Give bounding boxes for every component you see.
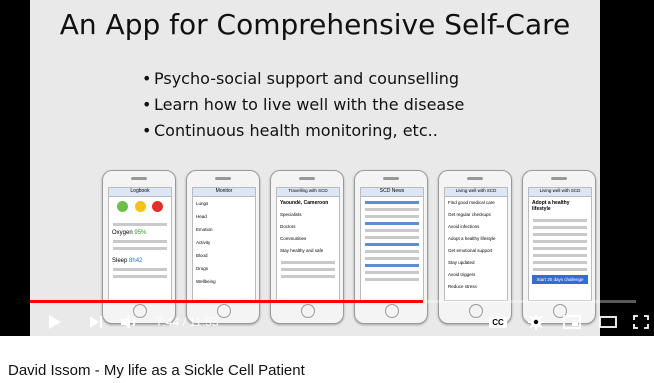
app-screenshots: Logbook Oxygen 95% Sleep 8h42 Monitor Lu…: [102, 170, 612, 330]
theater-mode-button[interactable]: [596, 308, 620, 336]
phone-header: Travelling with SCD: [277, 188, 339, 197]
phone-value: 8h42: [129, 258, 143, 264]
phone-row: Get regular checkups: [448, 212, 491, 217]
miniplayer-button[interactable]: [560, 308, 584, 336]
phone-row: Wellbeing: [196, 279, 216, 284]
phone-header: Living well with SCD: [445, 188, 507, 197]
phone-row: Find good medical care: [448, 200, 495, 205]
volume-button[interactable]: [118, 308, 142, 336]
slide-title: An App for Comprehensive Self-Care: [59, 8, 571, 41]
phone-header: Living well with SCD: [529, 188, 591, 197]
video-player[interactable]: An App for Comprehensive Self-Care • Psyc…: [0, 0, 654, 336]
settings-button[interactable]: [524, 308, 548, 336]
next-icon: [90, 316, 102, 328]
duration: 11:55: [189, 315, 219, 329]
play-button[interactable]: [44, 308, 66, 336]
green-face-icon: [117, 201, 129, 212]
phone-row: Get emotional support: [448, 248, 493, 253]
current-time: 7:44: [156, 315, 180, 329]
phone-note: Stay healthy and safe: [280, 248, 324, 253]
next-button[interactable]: [86, 308, 106, 336]
red-face-icon: [151, 201, 163, 212]
player-controls: CC: [0, 308, 654, 336]
phone-row: Avoid infections: [448, 224, 480, 229]
phone-city: Yaoundé, Cameroon: [280, 200, 329, 206]
phone-row: Doctors: [280, 224, 296, 229]
phone-row: Avoid triggers: [448, 272, 476, 277]
fullscreen-button[interactable]: [630, 308, 652, 336]
progress-played: [30, 300, 424, 303]
fullscreen-icon: [633, 315, 649, 329]
phone-row: Drugs: [196, 266, 209, 271]
phone-header: Logbook: [109, 188, 171, 197]
progress-bar[interactable]: [30, 300, 636, 303]
phone-subheader: Adopt a healthy lifestyle: [532, 200, 570, 212]
phone-row: Emotion: [196, 227, 213, 232]
phone-row: Lungs: [196, 201, 209, 206]
phone-cta: Start 30 days challenge: [532, 275, 588, 284]
bullet-item: • Learn how to live well with the disease: [142, 95, 465, 114]
theater-icon: [599, 316, 617, 328]
play-icon: [49, 315, 61, 329]
captions-button[interactable]: CC: [486, 308, 510, 336]
phone-header: Monitor: [193, 188, 255, 197]
phone-row: Adopt a healthy lifestyle: [448, 236, 496, 241]
phone-row: Activity: [196, 240, 211, 245]
slide-bullets: • Psycho-social support and counselling •…: [142, 66, 464, 144]
gear-icon: [528, 314, 544, 330]
time-display: 7:44 / 11:55: [156, 315, 219, 329]
bullet-item: • Continuous health monitoring, etc..: [142, 121, 438, 140]
yellow-face-icon: [134, 201, 146, 212]
phone-row: Head: [196, 214, 207, 219]
video-frame-slide: An App for Comprehensive Self-Care • Psyc…: [30, 0, 600, 336]
video-title[interactable]: David Issom - My life as a Sickle Cell P…: [8, 362, 305, 379]
phone-header: SCD News: [361, 188, 423, 197]
time-separator: /: [179, 315, 190, 329]
phone-label: Sleep: [112, 258, 128, 264]
phone-row: Stay updated: [448, 260, 475, 265]
bullet-item: • Psycho-social support and counselling: [142, 69, 460, 88]
phone-row: Communities: [280, 236, 307, 241]
captions-icon: CC: [489, 316, 507, 328]
volume-icon: [121, 315, 136, 329]
phone-row: Blood: [196, 253, 208, 258]
phone-value: 95%: [134, 230, 147, 236]
phone-row: Specialists: [280, 212, 302, 217]
phone-row: Reduce stress: [448, 284, 477, 289]
phone-label: Oxygen: [112, 230, 133, 236]
miniplayer-icon: [563, 315, 581, 329]
